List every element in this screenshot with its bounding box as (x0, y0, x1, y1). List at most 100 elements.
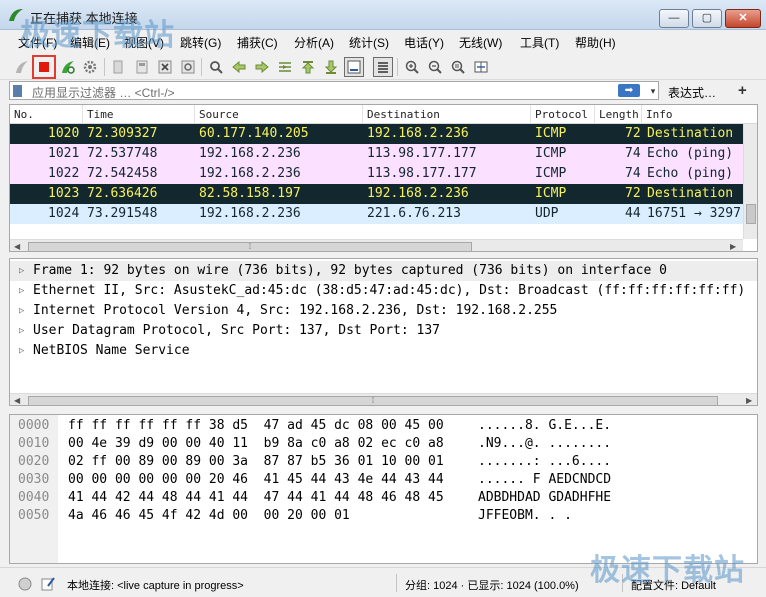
scroll-left-arrow-icon[interactable]: ◀ (14, 396, 20, 405)
hex-ascii[interactable]: ...... F AEDCNDCD (478, 471, 611, 489)
details-horizontal-scrollbar[interactable]: ◀ ⁞ ▶ (10, 393, 757, 405)
scrollbar-thumb[interactable]: ⁞ (28, 396, 718, 405)
expand-arrow-icon[interactable]: ▷ (19, 301, 24, 321)
detail-tree-item[interactable]: ▷ Internet Protocol Version 4, Src: 192.… (10, 301, 757, 321)
column-header-no[interactable]: No. (14, 108, 34, 121)
expert-info-icon[interactable] (17, 576, 33, 592)
hex-ascii[interactable]: JFFEOBM. . . (478, 507, 572, 525)
packet-row[interactable]: 1020 72.309327 60.177.140.205 192.168.2.… (10, 124, 743, 144)
hex-ascii[interactable]: .......: ...6.... (478, 453, 611, 471)
capture-comment-icon[interactable] (40, 576, 56, 592)
hex-bytes[interactable]: 41 44 42 44 48 44 41 44 47 44 41 44 48 4… (68, 489, 444, 507)
go-first-packet-icon[interactable] (298, 57, 318, 77)
scroll-right-arrow-icon[interactable]: ▶ (746, 396, 752, 405)
column-divider[interactable] (82, 105, 83, 124)
packet-list[interactable]: No. Time Source Destination Protocol Len… (9, 104, 758, 252)
hex-ascii[interactable]: .N9...@. ........ (478, 435, 611, 453)
packet-bytes-pane[interactable]: 0000 ff ff ff ff ff ff 38 d5 47 ad 45 dc… (9, 414, 758, 564)
column-divider[interactable] (594, 105, 595, 124)
expand-arrow-icon[interactable]: ▷ (19, 341, 24, 361)
filter-history-dropdown-icon[interactable]: ▾ (646, 84, 660, 98)
start-capture-icon[interactable] (12, 57, 32, 77)
add-filter-button[interactable]: + (738, 82, 747, 99)
hex-offset: 0020 (18, 454, 50, 469)
restart-capture-icon[interactable] (58, 57, 78, 77)
open-file-icon[interactable] (108, 57, 128, 77)
scrollbar-thumb[interactable]: ⁞ (28, 242, 472, 251)
column-header-length[interactable]: Length (599, 108, 639, 121)
close-file-icon[interactable] (155, 57, 175, 77)
zoom-out-icon[interactable] (425, 57, 445, 77)
expression-button[interactable]: 表达式… (668, 84, 716, 101)
go-to-packet-icon[interactable] (275, 57, 295, 77)
resize-columns-icon[interactable] (471, 57, 491, 77)
zoom-in-icon[interactable] (402, 57, 422, 77)
detail-tree-item[interactable]: ▷ NetBIOS Name Service (10, 341, 757, 361)
expand-arrow-icon[interactable]: ▷ (19, 261, 24, 281)
save-file-icon[interactable] (132, 57, 152, 77)
expand-arrow-icon[interactable]: ▷ (19, 281, 24, 301)
hex-ascii[interactable]: ADBDHDAD GDADHFHE (478, 489, 611, 507)
packet-details-tree[interactable]: ▷ Frame 1: 92 bytes on wire (736 bits), … (9, 258, 758, 406)
stop-capture-button[interactable] (32, 55, 56, 79)
packet-row[interactable]: 1024 73.291548 192.168.2.236 221.6.76.21… (10, 204, 743, 224)
hex-ascii[interactable]: ......8. G.E...E. (478, 417, 611, 435)
packet-source: 192.168.2.236 (199, 206, 301, 221)
scroll-right-arrow-icon[interactable]: ▶ (730, 242, 736, 251)
packet-destination: 192.168.2.236 (367, 126, 469, 141)
packet-no: 1024 (48, 206, 80, 221)
packet-list-vertical-scrollbar[interactable] (743, 124, 757, 239)
detail-item-label: Internet Protocol Version 4, Src: 192.16… (33, 303, 558, 318)
packet-time: 72.542458 (87, 166, 158, 181)
menu-go[interactable]: 跳转(G) (180, 34, 221, 51)
reload-file-icon[interactable] (178, 57, 198, 77)
go-last-packet-icon[interactable] (321, 57, 341, 77)
go-forward-arrow-icon[interactable] (252, 57, 272, 77)
hex-bytes[interactable]: 00 00 00 00 00 00 20 46 41 45 44 43 4e 4… (68, 471, 444, 489)
menu-telephony[interactable]: 电话(Y) (404, 34, 444, 51)
bookmark-icon[interactable] (13, 85, 22, 97)
close-button[interactable]: ✕ (725, 9, 761, 28)
packet-row[interactable]: 1023 72.636426 82.58.158.197 192.168.2.2… (10, 184, 743, 204)
menu-wireless[interactable]: 无线(W) (459, 34, 502, 51)
go-back-arrow-icon[interactable] (229, 57, 249, 77)
packet-row[interactable]: 1021 72.537748 192.168.2.236 113.98.177.… (10, 144, 743, 164)
menu-capture[interactable]: 捕获(C) (237, 34, 278, 51)
column-divider[interactable] (530, 105, 531, 124)
menu-analyze[interactable]: 分析(A) (294, 34, 334, 51)
scroll-left-arrow-icon[interactable]: ◀ (14, 242, 20, 251)
auto-scroll-icon[interactable] (344, 57, 364, 77)
detail-tree-item[interactable]: ▷ Ethernet II, Src: AsustekC_ad:45:dc (3… (10, 281, 757, 301)
column-header-source[interactable]: Source (199, 108, 239, 121)
detail-tree-item[interactable]: ▷ Frame 1: 92 bytes on wire (736 bits), … (10, 261, 757, 281)
hex-bytes[interactable]: 02 ff 00 89 00 89 00 3a 87 87 b5 36 01 1… (68, 453, 444, 471)
menu-tools[interactable]: 工具(T) (520, 34, 559, 51)
display-filter-input[interactable]: 应用显示过滤器 … <Ctrl-/> ➡ ▾ (9, 81, 659, 100)
normal-size-icon[interactable] (448, 57, 468, 77)
scrollbar-thumb[interactable] (746, 204, 756, 224)
detail-item-label: User Datagram Protocol, Src Port: 137, D… (33, 323, 440, 338)
column-header-destination[interactable]: Destination (367, 108, 440, 121)
colorize-list-icon[interactable] (373, 57, 393, 77)
hex-bytes[interactable]: 4a 46 46 45 4f 42 4d 00 00 20 00 01 (68, 507, 350, 525)
menu-statistics[interactable]: 统计(S) (349, 34, 389, 51)
capture-options-gear-icon[interactable] (80, 57, 100, 77)
apply-filter-arrow-icon[interactable]: ➡ (618, 84, 640, 97)
find-packet-icon[interactable] (206, 57, 226, 77)
column-header-protocol[interactable]: Protocol (535, 108, 588, 121)
column-divider[interactable] (194, 105, 195, 124)
packet-list-horizontal-scrollbar[interactable]: ◀ ⁞ ▶ (10, 239, 743, 251)
detail-tree-item[interactable]: ▷ User Datagram Protocol, Src Port: 137,… (10, 321, 757, 341)
detail-item-label: Frame 1: 92 bytes on wire (736 bits), 92… (33, 263, 667, 278)
column-header-time[interactable]: Time (87, 108, 114, 121)
expand-arrow-icon[interactable]: ▷ (19, 321, 24, 341)
column-divider[interactable] (362, 105, 363, 124)
packet-row[interactable]: 1022 72.542458 192.168.2.236 113.98.177.… (10, 164, 743, 184)
hex-bytes[interactable]: ff ff ff ff ff ff 38 d5 47 ad 45 dc 08 0… (68, 417, 444, 435)
hex-bytes[interactable]: 00 4e 39 d9 00 00 40 11 b9 8a c0 a8 02 e… (68, 435, 444, 453)
menu-help[interactable]: 帮助(H) (575, 34, 616, 51)
column-divider[interactable] (641, 105, 642, 124)
maximize-button[interactable]: ▢ (692, 9, 722, 28)
minimize-button[interactable]: — (659, 9, 689, 28)
column-header-info[interactable]: Info (646, 108, 673, 121)
